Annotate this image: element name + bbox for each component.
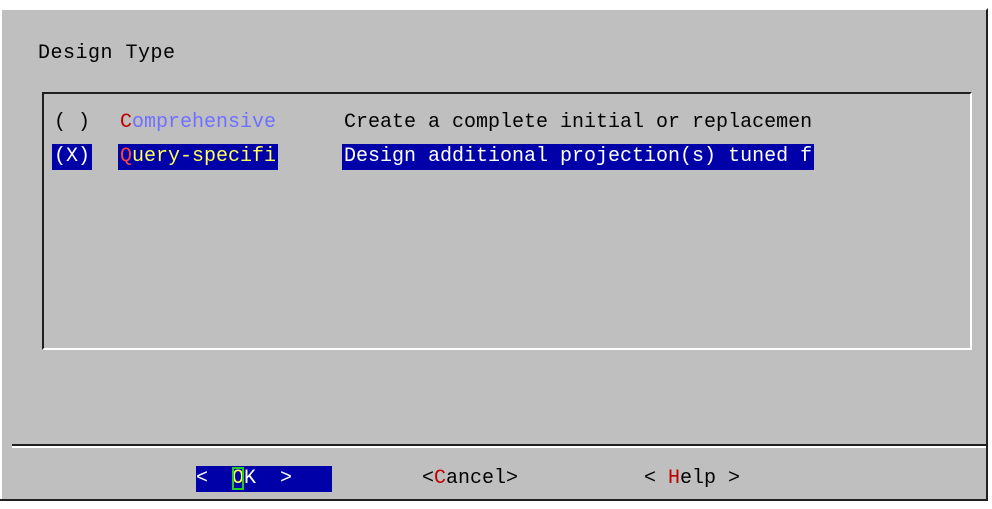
ok-rest: K > xyxy=(244,467,293,490)
cancel-hotkey: C xyxy=(434,467,447,490)
dialog-title: Design Type xyxy=(38,42,176,65)
help-button[interactable]: < Help > xyxy=(644,466,740,492)
button-divider xyxy=(12,444,986,448)
list-item-description: Design additional projection(s) tuned f xyxy=(342,144,815,170)
cancel-rest: ancel> xyxy=(446,467,519,490)
design-type-radiolist[interactable]: ( ) Comprehensive Create a complete init… xyxy=(42,92,972,350)
cancel-button[interactable]: <Cancel> xyxy=(422,466,518,492)
ok-button[interactable]: < OK > xyxy=(196,466,332,492)
cancel-prefix: < xyxy=(422,467,435,490)
radio-indicator[interactable]: (X) xyxy=(52,144,93,170)
tag-hotkey: Q xyxy=(120,145,133,168)
help-prefix: < xyxy=(644,467,669,490)
bottom-edge xyxy=(0,499,988,501)
radio-indicator[interactable]: ( ) xyxy=(52,110,92,136)
tag-rest: omprehensive xyxy=(132,111,277,134)
list-item-tag: Comprehensive xyxy=(118,110,278,136)
help-rest: elp > xyxy=(680,467,741,490)
ok-hotkey: O xyxy=(232,467,245,490)
list-item-query-specific[interactable]: (X) Query-specifi Design additional proj… xyxy=(52,144,815,170)
tag-hotkey: C xyxy=(120,111,133,134)
help-hotkey: H xyxy=(668,467,681,490)
design-type-dialog: Design Type ( ) Comprehensive Create a c… xyxy=(0,8,988,501)
list-item-comprehensive[interactable]: ( ) Comprehensive Create a complete init… xyxy=(52,110,812,136)
list-item-description: Create a complete initial or replacemen xyxy=(344,111,813,134)
tag-rest: uery-specifi xyxy=(132,145,277,168)
ok-prefix: < xyxy=(196,467,233,490)
list-item-tag: Query-specifi xyxy=(118,144,279,170)
